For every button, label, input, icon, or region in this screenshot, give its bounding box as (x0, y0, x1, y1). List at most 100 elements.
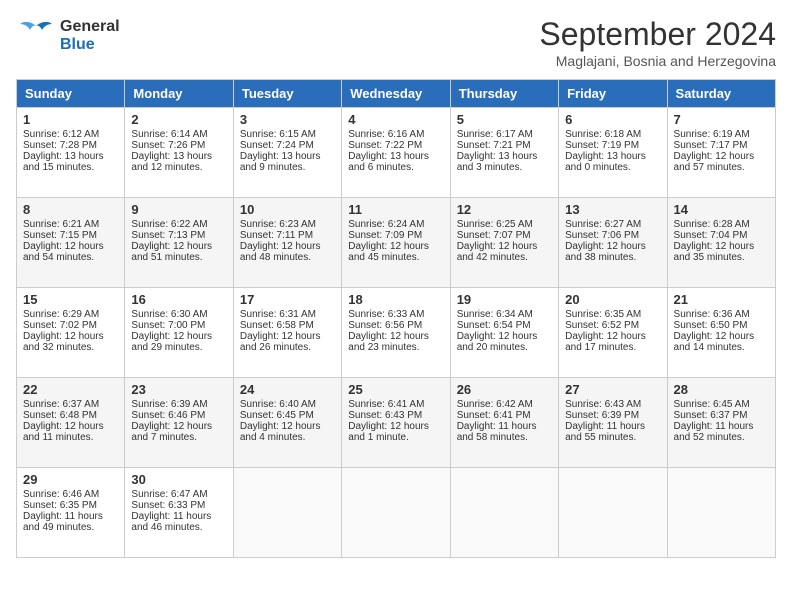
sunset: Sunset: 7:26 PM (131, 140, 205, 151)
sunrise: Sunrise: 6:19 AM (674, 129, 750, 140)
calendar-cell (667, 468, 775, 558)
day-number: 12 (457, 202, 552, 217)
day-number: 29 (23, 472, 118, 487)
location: Maglajani, Bosnia and Herzegovina (539, 53, 776, 69)
sunset: Sunset: 7:00 PM (131, 320, 205, 331)
calendar-table: Sunday Monday Tuesday Wednesday Thursday… (16, 79, 776, 558)
day-number: 14 (674, 202, 769, 217)
calendar-cell (559, 468, 667, 558)
day-number: 8 (23, 202, 118, 217)
calendar-cell: 2Sunrise: 6:14 AMSunset: 7:26 PMDaylight… (125, 108, 233, 198)
day-number: 23 (131, 382, 226, 397)
page-header: General Blue September 2024 Maglajani, B… (16, 16, 776, 69)
calendar-cell: 11Sunrise: 6:24 AMSunset: 7:09 PMDayligh… (342, 198, 450, 288)
day-number: 7 (674, 112, 769, 127)
calendar-row-1: 1Sunrise: 6:12 AMSunset: 7:28 PMDaylight… (17, 108, 776, 198)
logo-blue: Blue (60, 36, 120, 54)
daylight: Daylight: 11 hours and 55 minutes. (565, 421, 645, 443)
sunrise: Sunrise: 6:25 AM (457, 219, 533, 230)
calendar-cell (450, 468, 558, 558)
daylight: Daylight: 12 hours and 38 minutes. (565, 241, 646, 263)
sunset: Sunset: 7:22 PM (348, 140, 422, 151)
sunset: Sunset: 6:48 PM (23, 410, 97, 421)
day-number: 10 (240, 202, 335, 217)
sunrise: Sunrise: 6:40 AM (240, 399, 316, 410)
day-number: 9 (131, 202, 226, 217)
sunrise: Sunrise: 6:17 AM (457, 129, 533, 140)
daylight: Daylight: 13 hours and 0 minutes. (565, 151, 646, 173)
day-number: 18 (348, 292, 443, 307)
sunrise: Sunrise: 6:27 AM (565, 219, 641, 230)
calendar-cell: 28Sunrise: 6:45 AMSunset: 6:37 PMDayligh… (667, 378, 775, 468)
sunrise: Sunrise: 6:46 AM (23, 489, 99, 500)
calendar-cell (342, 468, 450, 558)
logo-text: General Blue (60, 18, 120, 53)
sunrise: Sunrise: 6:36 AM (674, 309, 750, 320)
daylight: Daylight: 12 hours and 35 minutes. (674, 241, 755, 263)
sunset: Sunset: 7:09 PM (348, 230, 422, 241)
sunrise: Sunrise: 6:15 AM (240, 129, 316, 140)
sunset: Sunset: 6:52 PM (565, 320, 639, 331)
sunset: Sunset: 7:02 PM (23, 320, 97, 331)
daylight: Daylight: 13 hours and 12 minutes. (131, 151, 212, 173)
sunset: Sunset: 7:13 PM (131, 230, 205, 241)
calendar-cell: 4Sunrise: 6:16 AMSunset: 7:22 PMDaylight… (342, 108, 450, 198)
day-number: 15 (23, 292, 118, 307)
day-number: 20 (565, 292, 660, 307)
calendar-cell: 25Sunrise: 6:41 AMSunset: 6:43 PMDayligh… (342, 378, 450, 468)
daylight: Daylight: 12 hours and 42 minutes. (457, 241, 538, 263)
sunset: Sunset: 7:04 PM (674, 230, 748, 241)
calendar-cell: 16Sunrise: 6:30 AMSunset: 7:00 PMDayligh… (125, 288, 233, 378)
col-wednesday: Wednesday (342, 80, 450, 108)
calendar-cell: 1Sunrise: 6:12 AMSunset: 7:28 PMDaylight… (17, 108, 125, 198)
daylight: Daylight: 12 hours and 23 minutes. (348, 331, 429, 353)
calendar-row-2: 8Sunrise: 6:21 AMSunset: 7:15 PMDaylight… (17, 198, 776, 288)
daylight: Daylight: 13 hours and 3 minutes. (457, 151, 538, 173)
col-friday: Friday (559, 80, 667, 108)
sunrise: Sunrise: 6:21 AM (23, 219, 99, 230)
calendar-cell: 29Sunrise: 6:46 AMSunset: 6:35 PMDayligh… (17, 468, 125, 558)
calendar-cell (233, 468, 341, 558)
sunrise: Sunrise: 6:24 AM (348, 219, 424, 230)
day-number: 17 (240, 292, 335, 307)
sunrise: Sunrise: 6:23 AM (240, 219, 316, 230)
sunrise: Sunrise: 6:43 AM (565, 399, 641, 410)
sunrise: Sunrise: 6:12 AM (23, 129, 99, 140)
day-number: 30 (131, 472, 226, 487)
sunset: Sunset: 7:11 PM (240, 230, 313, 241)
sunset: Sunset: 6:45 PM (240, 410, 314, 421)
day-number: 1 (23, 112, 118, 127)
sunrise: Sunrise: 6:47 AM (131, 489, 207, 500)
sunset: Sunset: 6:43 PM (348, 410, 422, 421)
daylight: Daylight: 12 hours and 20 minutes. (457, 331, 538, 353)
col-thursday: Thursday (450, 80, 558, 108)
col-saturday: Saturday (667, 80, 775, 108)
sunrise: Sunrise: 6:33 AM (348, 309, 424, 320)
day-number: 21 (674, 292, 769, 307)
calendar-cell: 17Sunrise: 6:31 AMSunset: 6:58 PMDayligh… (233, 288, 341, 378)
daylight: Daylight: 11 hours and 46 minutes. (131, 511, 211, 533)
logo-general: General (60, 18, 120, 36)
calendar-row-4: 22Sunrise: 6:37 AMSunset: 6:48 PMDayligh… (17, 378, 776, 468)
daylight: Daylight: 12 hours and 29 minutes. (131, 331, 212, 353)
daylight: Daylight: 12 hours and 17 minutes. (565, 331, 646, 353)
sunrise: Sunrise: 6:31 AM (240, 309, 316, 320)
sunset: Sunset: 6:41 PM (457, 410, 531, 421)
sunset: Sunset: 6:58 PM (240, 320, 314, 331)
sunset: Sunset: 6:54 PM (457, 320, 531, 331)
sunrise: Sunrise: 6:16 AM (348, 129, 424, 140)
daylight: Daylight: 11 hours and 49 minutes. (23, 511, 103, 533)
day-number: 2 (131, 112, 226, 127)
calendar-row-5: 29Sunrise: 6:46 AMSunset: 6:35 PMDayligh… (17, 468, 776, 558)
day-number: 13 (565, 202, 660, 217)
sunset: Sunset: 7:24 PM (240, 140, 314, 151)
logo: General Blue (16, 16, 120, 56)
sunrise: Sunrise: 6:22 AM (131, 219, 207, 230)
day-number: 24 (240, 382, 335, 397)
daylight: Daylight: 12 hours and 7 minutes. (131, 421, 212, 443)
calendar-cell: 26Sunrise: 6:42 AMSunset: 6:41 PMDayligh… (450, 378, 558, 468)
daylight: Daylight: 13 hours and 15 minutes. (23, 151, 104, 173)
sunrise: Sunrise: 6:18 AM (565, 129, 641, 140)
calendar-cell: 27Sunrise: 6:43 AMSunset: 6:39 PMDayligh… (559, 378, 667, 468)
sunrise: Sunrise: 6:39 AM (131, 399, 207, 410)
